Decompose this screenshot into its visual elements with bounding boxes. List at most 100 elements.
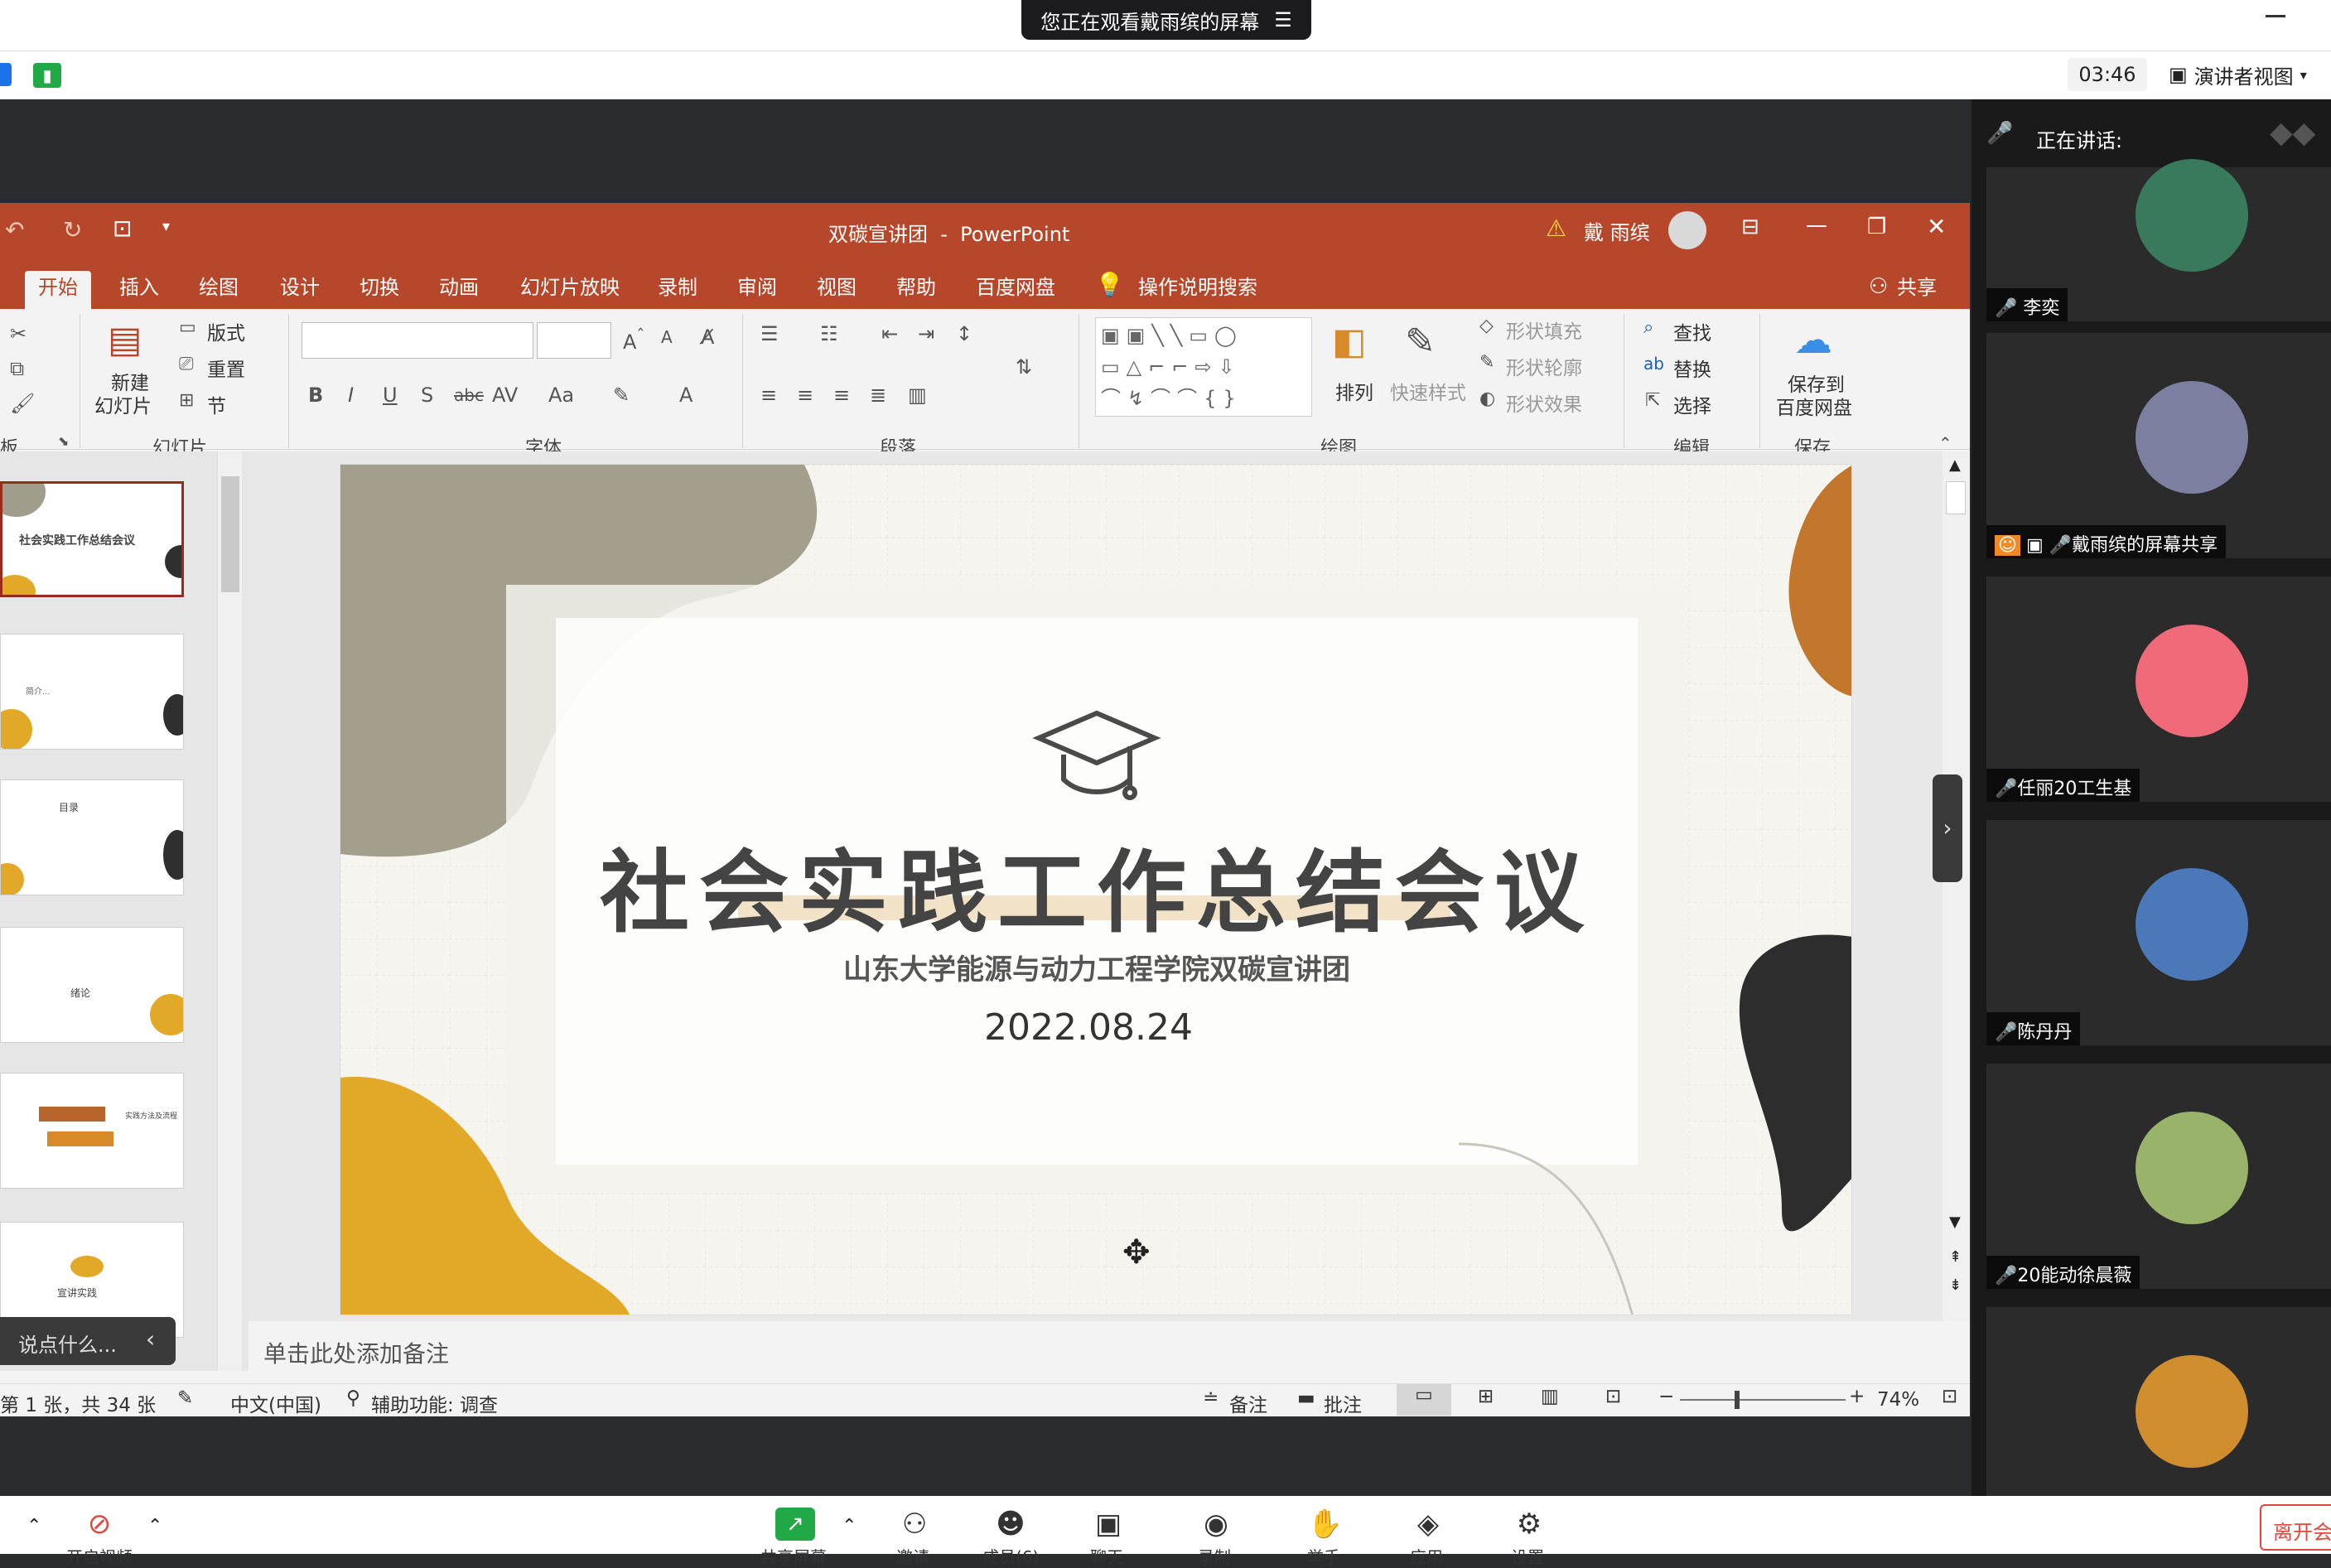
tab-record[interactable]: 录制 — [658, 271, 697, 304]
tab-insert[interactable]: 插入 — [119, 271, 159, 304]
members-label[interactable]: 成员(6) — [982, 1544, 1039, 1568]
text-direction-icon[interactable]: ⇅ — [1016, 355, 1032, 379]
tab-baidu[interactable]: 百度网盘 — [976, 271, 1055, 304]
grow-font-icon[interactable]: Aˆ — [623, 326, 644, 354]
warning-icon[interactable]: ⚠ — [1546, 215, 1566, 242]
reset-icon[interactable]: ⎚ — [179, 354, 194, 374]
format-painter-icon[interactable]: 🖌 — [10, 392, 35, 415]
sorter-view-icon[interactable]: ⊞ — [1478, 1386, 1494, 1407]
justify-icon[interactable]: ≣ — [870, 384, 886, 407]
record-label[interactable]: 录制 — [1198, 1544, 1231, 1568]
font-name-dropdown[interactable] — [302, 322, 533, 359]
align-center-icon[interactable]: ≡ — [797, 384, 813, 407]
clear-format-icon[interactable]: A̸ — [701, 326, 714, 349]
invite-icon[interactable]: ⚇ — [895, 1508, 934, 1541]
decrease-indent-icon[interactable]: ⇤ — [881, 322, 898, 345]
slideshow-view-icon[interactable]: ⊡ — [1605, 1386, 1621, 1407]
thumbs-scrollbar[interactable] — [217, 451, 242, 1371]
editor-vertical-scrollbar[interactable]: ▲ ▼ ⇞ ⇟ — [1942, 451, 1970, 1321]
fit-slide-icon[interactable]: ⊡ — [1942, 1386, 1957, 1407]
baidu-cloud-icon[interactable]: ☁ — [1794, 317, 1832, 362]
shrink-font-icon[interactable]: A — [661, 327, 673, 347]
chevron-up-icon[interactable]: ⌃ — [147, 1516, 162, 1537]
align-left-icon[interactable]: ≡ — [760, 384, 777, 407]
gear-icon[interactable]: ⚙ — [1509, 1508, 1549, 1541]
tab-design[interactable]: 设计 — [280, 271, 320, 304]
speaker-view-button[interactable]: ▣ 演讲者视图 ▾ — [2169, 56, 2331, 93]
shape-effects-label[interactable]: 形状效果 — [1506, 388, 1582, 417]
chat-label[interactable]: 聊天 — [1090, 1544, 1123, 1568]
select-icon[interactable]: ⇱ — [1645, 390, 1660, 411]
highlight-icon[interactable]: ✎ — [613, 384, 630, 407]
tab-review[interactable]: 审阅 — [737, 271, 777, 304]
slide-thumbnail[interactable]: 社会实践工作总结会议 — [0, 481, 184, 597]
chat-input-overlay[interactable]: 说点什么... ‹ — [0, 1317, 176, 1365]
present-icon[interactable]: ⊡ — [113, 215, 132, 242]
normal-view-icon[interactable]: ▭ — [1397, 1384, 1451, 1416]
participant-tile[interactable] — [1986, 1307, 2331, 1496]
columns-icon[interactable]: ▥ — [908, 384, 927, 407]
arrange-icon[interactable]: ◧ — [1332, 321, 1367, 363]
chevron-up-icon[interactable]: ⌃ — [27, 1516, 41, 1537]
share-label[interactable]: 共享屏幕 — [760, 1544, 827, 1568]
italic-icon[interactable]: I — [348, 384, 354, 407]
underline-icon[interactable]: U — [383, 384, 398, 407]
chat-icon[interactable]: ▣ — [1088, 1508, 1128, 1541]
section-label[interactable]: 节 — [207, 390, 226, 418]
accessibility-label[interactable]: 辅助功能: 调查 — [371, 1389, 498, 1417]
notes-toggle[interactable]: 备注 — [1229, 1389, 1267, 1417]
slide-title[interactable]: 社会实践工作总结会议 — [340, 821, 1851, 950]
select-label[interactable]: 选择 — [1673, 390, 1711, 418]
shapes-gallery[interactable]: ▣▣╲╲▭◯ ▭△⌐⌐⇨⇩ ⌒↯⌒⌒{} — [1095, 317, 1312, 417]
scroll-thumb[interactable] — [221, 476, 239, 592]
new-slide-label-2[interactable]: 幻灯片 — [94, 390, 152, 418]
shadow-icon[interactable]: S — [421, 384, 433, 407]
numbering-icon[interactable]: ☷ — [820, 322, 838, 345]
language-label[interactable]: 中文(中国) — [230, 1389, 321, 1417]
redo-icon[interactable]: ↻ — [63, 216, 82, 244]
shape-fill-label[interactable]: 形状填充 — [1506, 316, 1582, 344]
cut-icon[interactable]: ✂ — [10, 322, 27, 345]
scroll-up-icon[interactable]: ▲ — [1949, 456, 1961, 474]
comments-toggle[interactable]: 批注 — [1324, 1389, 1362, 1417]
notes-icon[interactable]: ≐ — [1203, 1387, 1219, 1409]
shape-fill-icon[interactable]: ◇ — [1479, 316, 1494, 336]
undo-icon[interactable]: ↶ — [5, 216, 24, 244]
shape-effects-icon[interactable]: ◐ — [1479, 388, 1495, 409]
apps-icon[interactable]: ◈ — [1408, 1508, 1448, 1541]
viewing-banner[interactable]: 您正在观看戴雨缤的屏幕 ☰ — [1021, 0, 1311, 40]
signal-icon[interactable]: ▮ — [33, 63, 61, 88]
next-slide-icon[interactable]: ⇟ — [1949, 1276, 1962, 1294]
record-icon[interactable]: ◉ — [1196, 1508, 1236, 1541]
find-label[interactable]: 查找 — [1673, 317, 1711, 345]
quick-styles-label[interactable]: 快速样式 — [1390, 377, 1466, 405]
reset-label[interactable]: 重置 — [207, 354, 245, 382]
apps-label[interactable]: 应用 — [1410, 1544, 1443, 1568]
tab-slideshow[interactable]: 幻灯片放映 — [520, 271, 620, 304]
baidu-disk-label[interactable]: 百度网盘 — [1776, 392, 1852, 420]
comment-icon[interactable]: ▬ — [1297, 1387, 1315, 1409]
slide-subtitle[interactable]: 山东大学能源与动力工程学院双碳宣讲团 — [340, 947, 1851, 987]
slide-thumbnail[interactable]: 简介... — [0, 634, 184, 750]
members-icon[interactable]: ☻ — [991, 1508, 1030, 1541]
user-name[interactable]: 戴 雨缤 — [1584, 216, 1650, 245]
strikethrough-icon[interactable]: abc — [454, 385, 484, 405]
restore-icon[interactable]: ❐ — [1867, 215, 1886, 239]
share-button[interactable]: 共享 — [1897, 271, 1937, 304]
menu-icon[interactable]: ☰ — [1274, 8, 1292, 31]
slide-thumbnail[interactable]: 目录 — [0, 779, 184, 895]
participant-tile[interactable]: 🎤陈丹丹 — [1986, 820, 2331, 1045]
slide-thumbnail[interactable]: 实践方法及流程 — [0, 1073, 184, 1189]
prev-slide-icon[interactable]: ⇞ — [1949, 1248, 1962, 1266]
close-icon[interactable]: ✕ — [1927, 213, 1946, 240]
slide-canvas[interactable]: 社会实践工作总结会议 山东大学能源与动力工程学院双碳宣讲团 2022.08.24… — [340, 464, 1852, 1315]
settings-label[interactable]: 设置 — [1511, 1544, 1544, 1568]
tab-animations[interactable]: 动画 — [439, 271, 479, 304]
participant-tile[interactable]: ☺ ▣ 🎤戴雨缤的屏幕共享 — [1986, 333, 2331, 558]
scroll-down-icon[interactable]: ▼ — [1949, 1213, 1961, 1231]
invite-label[interactable]: 邀请 — [896, 1544, 929, 1568]
shape-outline-icon[interactable]: ✎ — [1479, 352, 1494, 373]
align-right-icon[interactable]: ≡ — [833, 384, 850, 407]
participant-tile[interactable]: 🎤 李奕 — [1986, 159, 2331, 321]
slide-date[interactable]: 2022.08.24 — [340, 1006, 1836, 1049]
